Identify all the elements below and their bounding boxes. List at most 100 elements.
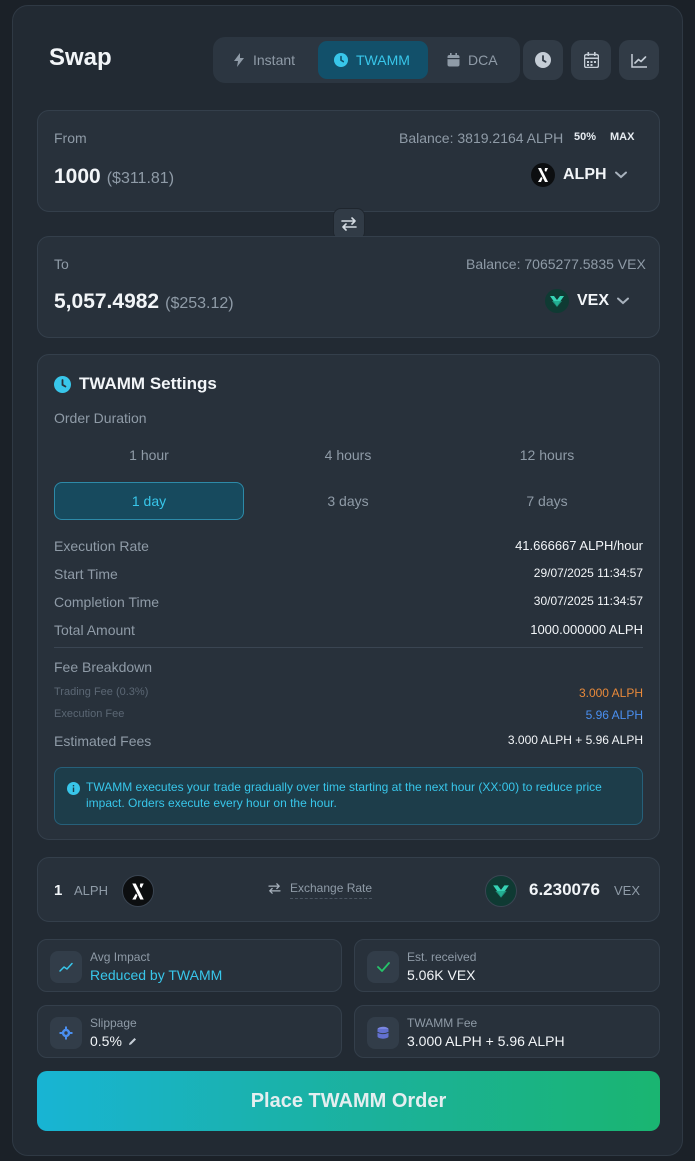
coins-icon-box	[367, 1017, 399, 1049]
gear-icon	[59, 1026, 73, 1040]
est-received-card: Est. received 5.06K VEX	[354, 939, 660, 992]
lightning-icon	[234, 53, 244, 67]
pencil-icon[interactable]	[128, 1037, 137, 1046]
from-label: From	[54, 130, 87, 146]
calendar-icon	[447, 53, 460, 67]
from-amount-input[interactable]: 1000	[54, 165, 101, 189]
from-balance: Balance: 3819.2164 ALPH	[399, 130, 564, 146]
exchange-rate-card: 1 ALPH Exchange Rate 6.230076 VEX	[37, 857, 660, 922]
trading-fee-value: 3.000 ALPH	[578, 686, 643, 700]
duration-4-hours[interactable]: 4 hours	[253, 436, 443, 474]
calendar-button[interactable]	[571, 40, 611, 80]
to-label: To	[54, 256, 69, 272]
avg-impact-card: Avg Impact Reduced by TWAMM	[37, 939, 342, 992]
rate-right-token: VEX	[614, 883, 641, 898]
tab-instant[interactable]: Instant	[217, 41, 315, 79]
slippage-value: 0.5%	[90, 1033, 122, 1049]
start-time-row: Start Time 29/07/2025 11:34:57	[54, 566, 643, 582]
fee-breakdown-label: Fee Breakdown	[54, 659, 153, 675]
completion-time-label: Completion Time	[54, 594, 160, 610]
check-icon-box	[367, 951, 399, 983]
tab-dca[interactable]: DCA	[431, 41, 516, 79]
to-card: To Balance: 7065277.5835 VEX 5,057.4982 …	[37, 236, 660, 338]
tab-dca-label: DCA	[468, 52, 498, 68]
estimated-fees-row: Estimated Fees 3.000 ALPH + 5.96 ALPH	[54, 733, 643, 749]
duration-7-days[interactable]: 7 days	[452, 482, 642, 520]
to-amount: 5,057.4982	[54, 290, 160, 313]
avg-impact-value: Reduced by TWAMM	[90, 967, 223, 983]
est-received-label: Est. received	[407, 950, 477, 964]
slippage-label: Slippage	[90, 1016, 137, 1030]
vex-token-icon	[545, 289, 569, 313]
execution-fee-label: Execution Fee	[54, 708, 125, 720]
from-token-selector[interactable]: ALPH	[531, 163, 627, 187]
execution-rate-row: Execution Rate 41.666667 ALPH/hour	[54, 538, 643, 554]
twamm-settings-title: TWAMM Settings	[79, 374, 217, 393]
to-usd-value: ($253.12)	[165, 295, 234, 312]
trading-fee-row: Trading Fee (0.3%) 3.000 ALPH	[54, 686, 643, 700]
page-title: Swap	[49, 44, 112, 71]
mode-selector: Instant TWAMM DCA	[213, 37, 520, 83]
chevron-down-icon	[614, 171, 627, 179]
clock-icon	[334, 53, 348, 67]
tab-twamm-label: TWAMM	[356, 52, 410, 68]
twamm-settings-card: TWAMM Settings Order Duration 1 hour 4 h…	[37, 354, 660, 840]
swap-panel: Swap Instant TWAMM DCA From Balance: 381…	[12, 5, 683, 1156]
duration-3-days[interactable]: 3 days	[253, 482, 443, 520]
chart-line-icon	[630, 53, 647, 68]
history-button[interactable]	[523, 40, 563, 80]
info-icon	[67, 782, 80, 795]
alph-token-icon	[531, 163, 555, 187]
slippage-card[interactable]: Slippage 0.5%	[37, 1005, 342, 1058]
clock-icon	[54, 375, 71, 393]
duration-1-day[interactable]: 1 day	[54, 482, 244, 520]
twamm-fee-card: TWAMM Fee 3.000 ALPH + 5.96 ALPH	[354, 1005, 660, 1058]
trend-icon-box	[50, 951, 82, 983]
rate-right-amount: 6.230076	[529, 880, 600, 899]
clock-icon	[535, 52, 551, 68]
estimated-fees-value: 3.000 ALPH + 5.96 ALPH	[507, 733, 643, 747]
max-button[interactable]: MAX	[610, 131, 634, 143]
estimated-fees-label: Estimated Fees	[54, 733, 152, 749]
fifty-percent-button[interactable]: 50%	[574, 131, 596, 143]
start-time-label: Start Time	[54, 566, 118, 582]
twamm-fee-label: TWAMM Fee	[407, 1016, 478, 1030]
duration-1-hour[interactable]: 1 hour	[54, 436, 244, 474]
vex-token-icon	[485, 875, 517, 907]
execution-rate-label: Execution Rate	[54, 538, 149, 554]
est-received-value: 5.06K VEX	[407, 967, 476, 983]
check-icon	[376, 962, 390, 972]
trading-fee-label: Trading Fee (0.3%)	[54, 686, 149, 698]
duration-12-hours[interactable]: 12 hours	[452, 436, 642, 474]
rate-left-token: ALPH	[74, 883, 108, 898]
from-usd-value: ($311.81)	[106, 170, 175, 187]
twamm-info-text: TWAMM executes your trade gradually over…	[86, 780, 602, 810]
twamm-info-box: TWAMM executes your trade gradually over…	[54, 767, 643, 825]
avg-impact-label: Avg Impact	[90, 950, 150, 964]
place-twamm-order-button[interactable]: Place TWAMM Order	[37, 1071, 660, 1131]
tab-twamm[interactable]: TWAMM	[318, 41, 428, 79]
tab-instant-label: Instant	[253, 52, 296, 68]
exchange-rate-label[interactable]: Exchange Rate	[290, 881, 373, 899]
to-balance: Balance: 7065277.5835 VEX	[466, 256, 646, 272]
to-token-selector[interactable]: VEX	[545, 289, 630, 313]
from-token-symbol: ALPH	[563, 166, 607, 183]
total-amount-label: Total Amount	[54, 622, 135, 638]
swap-arrows-icon	[268, 883, 281, 894]
trend-up-icon	[59, 962, 73, 972]
execution-fee-value: 5.96 ALPH	[585, 708, 643, 722]
swap-arrows-icon	[341, 217, 357, 231]
calendar-icon	[583, 52, 599, 68]
total-amount-row: Total Amount 1000.000000 ALPH	[54, 622, 643, 638]
chevron-down-icon	[617, 297, 630, 305]
rate-left-amount: 1	[54, 882, 63, 899]
coins-icon	[377, 1026, 389, 1039]
completion-time-row: Completion Time 30/07/2025 11:34:57	[54, 594, 643, 610]
execution-rate-value: 41.666667 ALPH/hour	[515, 538, 643, 553]
start-time-value: 29/07/2025 11:34:57	[533, 566, 643, 580]
divider	[54, 647, 643, 648]
gear-icon-box	[50, 1017, 82, 1049]
chart-button[interactable]	[619, 40, 659, 80]
order-duration-label: Order Duration	[54, 410, 147, 426]
to-token-symbol: VEX	[577, 292, 610, 309]
